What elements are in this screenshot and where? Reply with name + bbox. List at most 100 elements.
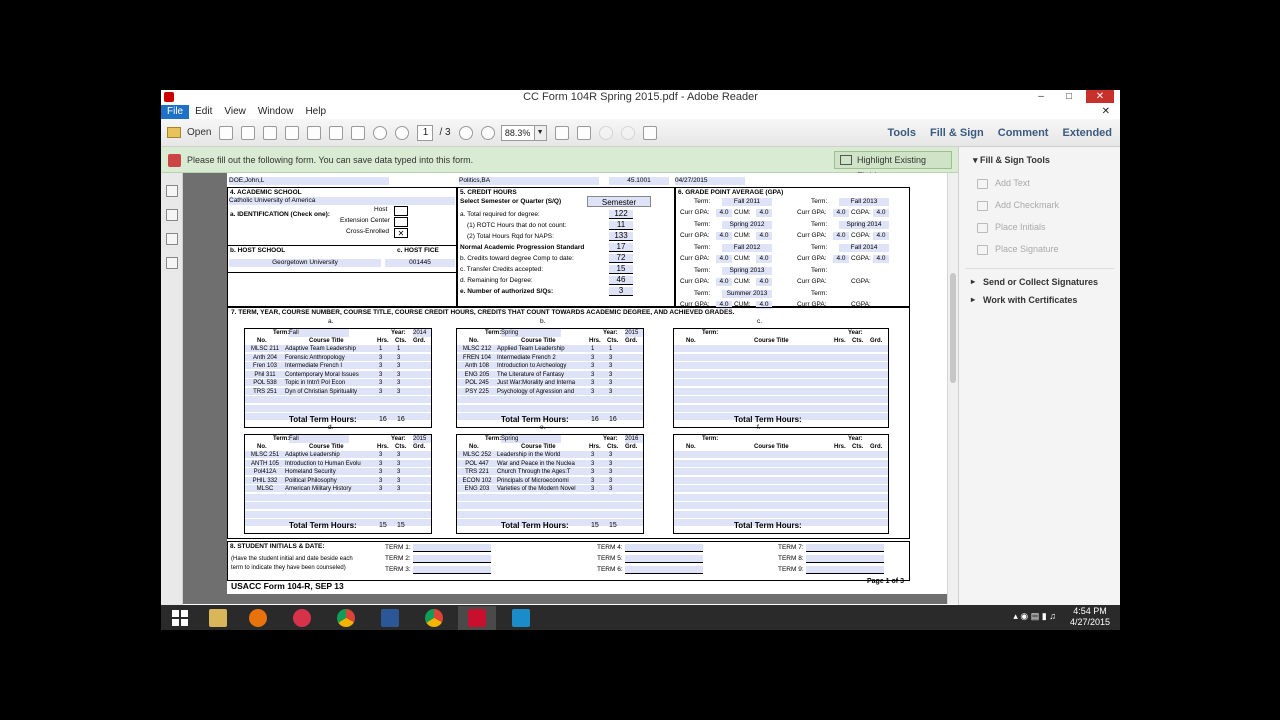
curr-gpa-field[interactable]: 4.0 [833,255,849,263]
year-field[interactable]: 2015 [625,329,643,337]
email-icon[interactable] [351,125,366,140]
taskbar-screencast[interactable] [502,606,540,630]
fit-page-icon[interactable] [576,125,591,140]
scrollbar-thumb[interactable] [950,273,956,383]
term-initials-field[interactable] [413,566,491,574]
system-tray[interactable]: ▴ ◉ ▤ ▮ ♫ [1013,611,1056,622]
curr-gpa-field[interactable]: 4.0 [833,209,849,217]
course-row[interactable] [674,387,888,396]
gpa-term-field[interactable]: Spring 2013 [722,267,772,275]
term-name-field[interactable]: Fall [289,329,349,337]
course-row[interactable] [674,459,888,468]
add-text-tool[interactable]: Add Text [959,166,1120,189]
course-row[interactable]: POL 447 War and Peace in the Nuclea 3 3 [457,459,643,468]
cum-gpa-field[interactable]: 4.0 [756,232,772,240]
cum-gpa-field[interactable]: 4.0 [756,255,772,263]
fit-width-icon[interactable] [554,125,569,140]
course-row[interactable] [245,510,431,519]
gpa-term-field[interactable]: Fall 2011 [722,198,772,206]
course-row[interactable]: MLSC 252 Leadership in the World 3 3 [457,451,643,459]
course-row[interactable]: MLSC American Military History 3 3 [245,485,431,493]
credit-row-value[interactable]: 15 [609,265,633,274]
extended-tab[interactable]: Extended [1062,127,1112,139]
course-row[interactable]: Phil 311 Contemporary Moral Issues 3 3 [245,370,431,379]
term-initials-field[interactable] [413,544,491,552]
academic-school-field[interactable]: Catholic University of America [229,197,455,205]
course-row[interactable] [674,345,888,353]
cross-enrolled-checkbox[interactable]: ✕ [394,228,408,238]
fill-sign-tab[interactable]: Fill & Sign [930,127,984,139]
term-name-field[interactable]: Spring [501,435,561,443]
credit-row-value[interactable]: 72 [609,254,633,263]
next-page-icon[interactable] [395,125,410,140]
curr-gpa-field[interactable]: 4.0 [716,278,732,286]
course-row[interactable]: FREN 104 Intermediate French 2 3 3 [457,353,643,362]
taskbar-chrome-2[interactable] [415,606,453,630]
course-row[interactable] [674,510,888,519]
course-row[interactable] [674,379,888,387]
credit-row-value[interactable]: 11 [609,221,633,230]
curr-gpa-field[interactable]: 4.0 [716,232,732,240]
cum-gpa-field[interactable]: 4.0 [756,209,772,217]
credit-row-value[interactable]: 133 [609,232,633,241]
credit-row-value[interactable]: 17 [609,243,633,252]
zoom-dropdown-icon[interactable]: ▼ [534,124,547,141]
start-button[interactable] [161,606,199,630]
term-initials-field[interactable] [806,566,884,574]
zoom-input[interactable]: 88.3% [500,124,535,141]
student-name-field[interactable]: DOE,John,L [229,177,389,185]
place-signature-tool[interactable]: Place Signature [959,232,1120,255]
host-checkbox[interactable] [394,206,408,216]
menu-edit[interactable]: Edit [189,105,218,119]
cum-gpa-field[interactable]: 4.0 [756,278,772,286]
course-row[interactable]: POL 538 Topic in Intn'l Pol Econ 3 3 [245,379,431,387]
close-button[interactable]: ✕ [1086,90,1114,103]
course-row[interactable]: Anth 108 Introduction to Archeology 3 3 [457,362,643,370]
save-icon[interactable] [307,125,322,140]
cum-gpa-field[interactable]: 4.0 [873,209,889,217]
course-row[interactable] [245,502,431,510]
taskbar-firefox[interactable] [239,606,277,630]
term-initials-field[interactable] [625,566,703,574]
course-row[interactable]: Pol412A Homeland Security 3 3 [245,468,431,476]
course-row[interactable]: TRS 251 Dyn of Christian Spirituality 3 3 [245,387,431,396]
term-name-field[interactable]: Fall [289,435,349,443]
pages-icon[interactable] [166,209,178,221]
tools-tab[interactable]: Tools [887,127,916,139]
taskbar-explorer[interactable] [199,606,237,630]
gpa-term-field[interactable]: Spring 2012 [722,221,772,229]
menu-window[interactable]: Window [252,105,300,119]
send-collect-signatures-section[interactable]: Send or Collect Signatures [959,269,1120,287]
term-initials-field[interactable] [806,544,884,552]
year-field[interactable]: 2016 [625,435,643,443]
term-initials-field[interactable] [625,544,703,552]
course-row[interactable] [457,510,643,519]
document-area[interactable]: DOE,John,L Politics,BA 45.1001 04/27/201… [183,173,952,604]
course-row[interactable] [674,362,888,370]
course-row[interactable]: ENG 205 The Literature of Fantasy 3 3 [457,370,643,379]
course-row[interactable]: TRS 221 Church Through the Ages:T 3 3 [457,468,643,476]
taskbar-clock[interactable]: 4:54 PM 4/27/2015 [1070,606,1110,628]
course-row[interactable] [674,468,888,476]
gpa-term-field[interactable]: Summer 2013 [722,290,772,298]
course-row[interactable]: MLSC 211 Adaptive Team Leadership 1 1 [245,345,431,353]
undo-icon[interactable] [598,125,613,140]
course-row[interactable] [674,353,888,362]
course-row[interactable]: POL 245 Just War:Morality and Interna 3 3 [457,379,643,387]
signature-icon[interactable] [166,257,178,269]
course-row[interactable]: ENG 203 Varieties of the Modern Novel 3 3 [457,485,643,493]
menu-help[interactable]: Help [299,105,332,119]
term-initials-field[interactable] [806,555,884,563]
menu-file[interactable]: File [161,105,190,119]
menu-view[interactable]: View [218,105,252,119]
credit-row-value[interactable]: 122 [609,210,633,219]
major-field[interactable]: Politics,BA [459,177,599,185]
course-row[interactable] [674,404,888,413]
course-row[interactable] [674,493,888,502]
course-row[interactable] [245,396,431,404]
term-initials-field[interactable] [625,555,703,563]
course-row[interactable] [674,476,888,485]
minimize-button[interactable]: – [1030,90,1052,103]
page-number-input[interactable]: 1 [417,124,434,141]
taskbar-itunes[interactable] [283,606,321,630]
